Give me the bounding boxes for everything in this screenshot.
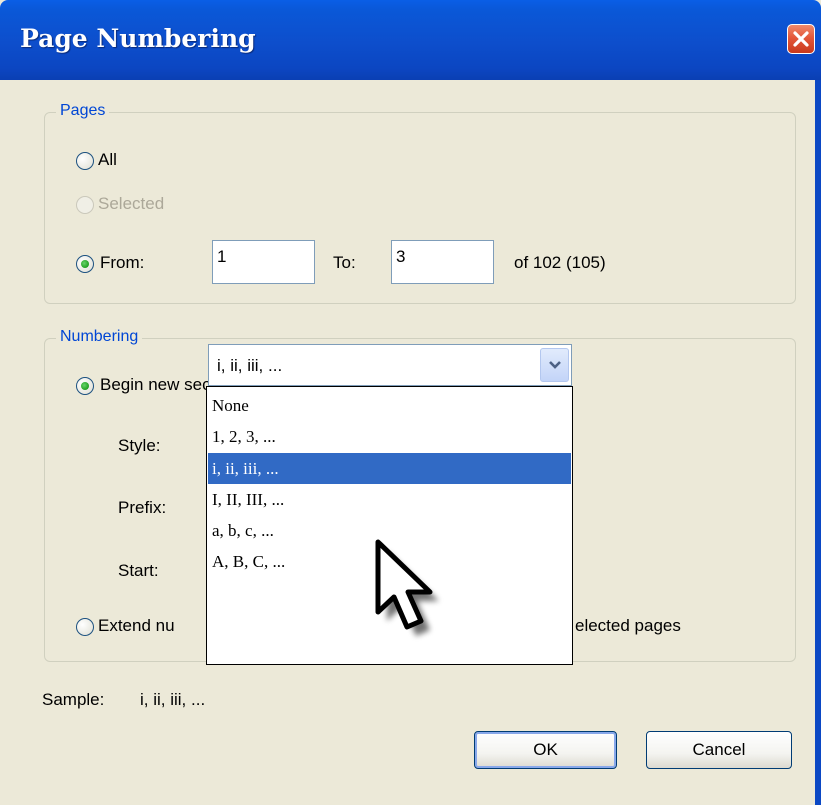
prefix-label: Prefix: <box>118 498 167 517</box>
style-select-value: i, ii, iii, ... <box>217 356 283 375</box>
page-count-text: of 102 (105) <box>514 253 606 272</box>
style-select-arrow[interactable] <box>540 348 569 382</box>
begin-section-radio[interactable] <box>76 377 94 395</box>
ok-button[interactable]: OK <box>474 731 617 769</box>
extend-numbering-label: Extend nu <box>98 616 175 635</box>
pages-legend: Pages <box>56 102 110 120</box>
sample-label: Sample: <box>42 690 105 709</box>
to-label: To: <box>333 253 356 272</box>
extend-numbering-label-tail: elected pages <box>575 616 681 635</box>
style-option[interactable]: None <box>208 390 571 421</box>
sample-value: i, ii, iii, ... <box>140 690 206 709</box>
selected-label: Selected <box>98 194 165 213</box>
cancel-button[interactable]: Cancel <box>646 731 792 769</box>
style-select[interactable]: i, ii, iii, ... <box>208 344 572 386</box>
title-bar[interactable]: Page Numbering <box>0 0 821 80</box>
close-icon <box>793 31 809 47</box>
extend-numbering-radio[interactable] <box>76 618 94 636</box>
from-input[interactable]: 1 <box>212 240 315 284</box>
to-input[interactable]: 3 <box>391 240 494 284</box>
close-button[interactable] <box>787 24 815 54</box>
window-title: Page Numbering <box>20 24 256 53</box>
chevron-down-icon <box>549 361 561 369</box>
from-radio[interactable] <box>76 255 94 273</box>
style-option[interactable]: 1, 2, 3, ... <box>208 421 571 452</box>
numbering-legend: Numbering <box>56 328 143 346</box>
mouse-pointer-icon <box>370 538 450 652</box>
selected-radio <box>76 196 94 214</box>
start-label: Start: <box>118 561 159 580</box>
all-label: All <box>98 150 117 169</box>
all-radio[interactable] <box>76 152 94 170</box>
style-option[interactable]: I, II, III, ... <box>208 484 571 515</box>
style-label: Style: <box>118 436 161 455</box>
from-label: From: <box>100 253 145 272</box>
style-option-highlighted[interactable]: i, ii, iii, ... <box>208 453 571 484</box>
